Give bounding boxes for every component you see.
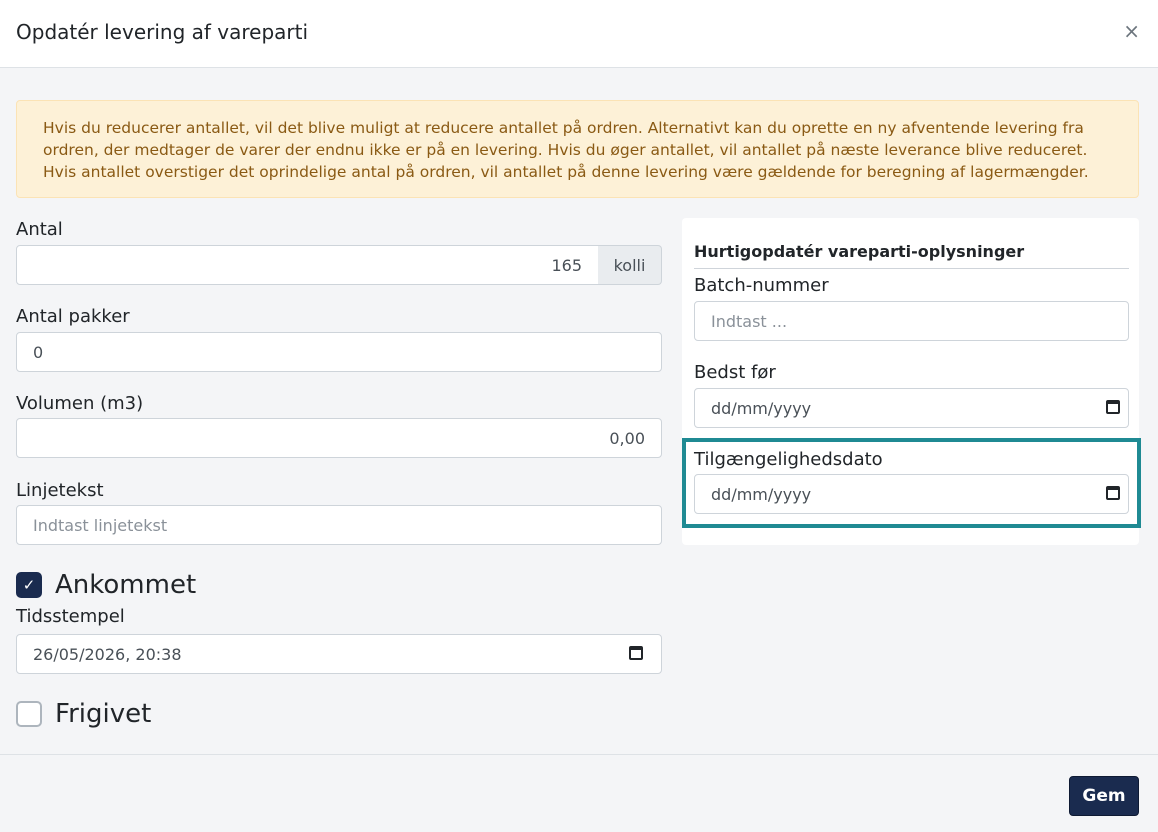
ankommet-checkbox[interactable]: ✓ — [16, 572, 42, 598]
ankommet-label: Ankommet — [55, 570, 197, 600]
close-icon[interactable]: × — [1123, 20, 1140, 42]
modal-title: Opdatér levering af vareparti — [16, 20, 309, 44]
panel-title: Hurtigopdatér vareparti-oplysninger — [694, 242, 1025, 261]
batch-label: Batch-nummer — [694, 275, 829, 296]
antal-unit-addon: kolli — [598, 245, 662, 285]
volumen-input[interactable]: 0,00 — [16, 418, 662, 458]
antal-pakker-value: 0 — [33, 342, 44, 362]
linjetekst-input[interactable]: Indtast linjetekst — [16, 505, 662, 545]
linjetekst-placeholder: Indtast linjetekst — [33, 515, 168, 535]
warning-alert: Hvis du reducerer antallet, vil det bliv… — [16, 100, 1139, 198]
batch-input[interactable]: Indtast ... — [694, 301, 1129, 341]
antal-pakker-label: Antal pakker — [16, 306, 130, 327]
volumen-label: Volumen (m3) — [16, 393, 144, 414]
modal-header: Opdatér levering af vareparti × — [0, 0, 1158, 68]
antal-pakker-input[interactable]: 0 — [16, 332, 662, 372]
antal-input[interactable]: 165 — [16, 245, 599, 285]
save-button[interactable]: Gem — [1069, 776, 1139, 816]
antal-label: Antal — [16, 219, 63, 240]
tidsstempel-input[interactable]: 26/05/2026, 20:38 — [16, 634, 662, 674]
tidsstempel-value: 26/05/2026, 20:38 — [33, 644, 182, 664]
bedst-foer-input[interactable]: dd/mm/yyyy — [694, 388, 1129, 428]
frigivet-label: Frigivet — [55, 699, 152, 729]
bedst-foer-label: Bedst før — [694, 362, 776, 383]
batch-placeholder: Indtast ... — [711, 311, 788, 331]
calendar-icon[interactable] — [1106, 400, 1120, 414]
bedst-foer-placeholder: dd/mm/yyyy — [711, 398, 812, 418]
panel-divider — [694, 268, 1129, 269]
tidsstempel-label: Tidsstempel — [16, 606, 125, 627]
check-icon: ✓ — [22, 575, 36, 594]
antal-value: 165 — [551, 255, 582, 275]
calendar-icon[interactable] — [629, 646, 643, 660]
modal-footer: Gem — [0, 754, 1158, 832]
volumen-value: 0,00 — [609, 428, 645, 448]
frigivet-checkbox[interactable] — [16, 701, 42, 727]
focus-highlight — [682, 438, 1141, 528]
linjetekst-label: Linjetekst — [16, 480, 104, 501]
